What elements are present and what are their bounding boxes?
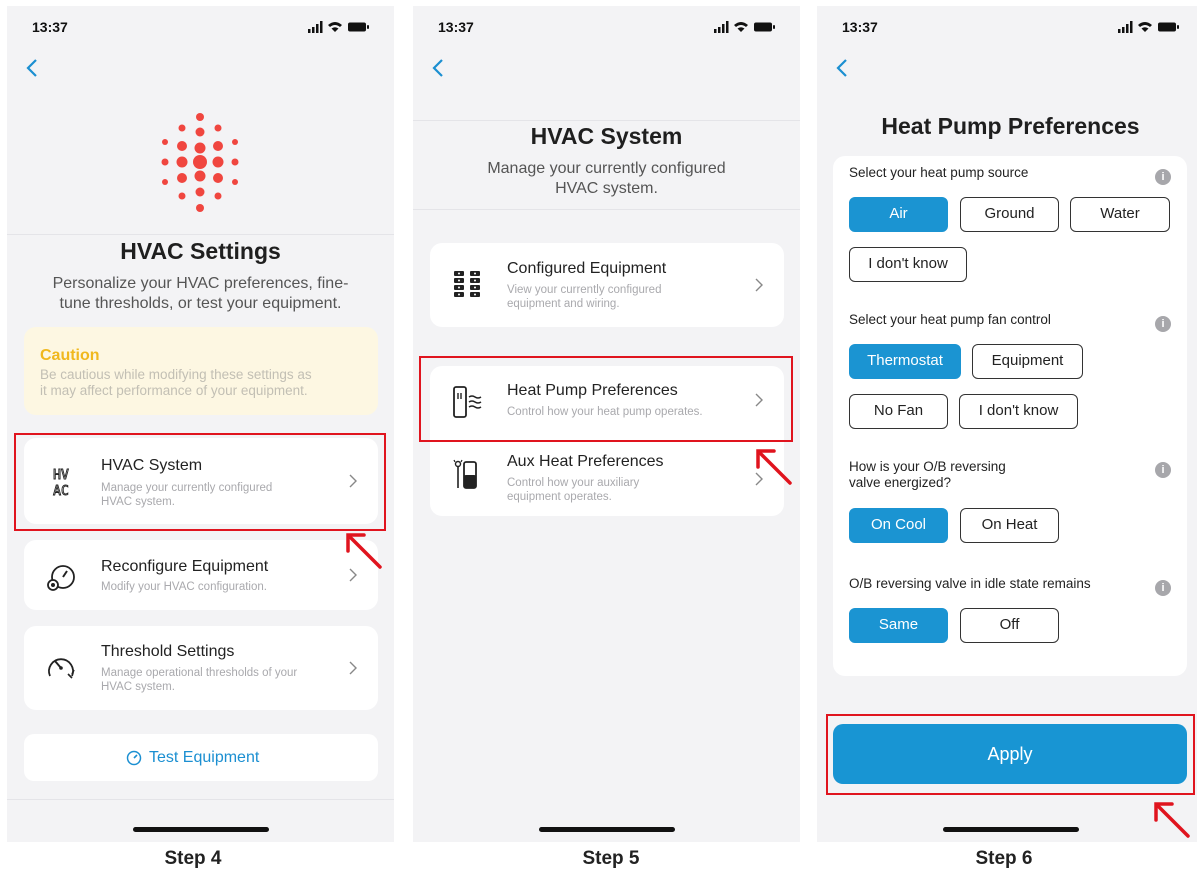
page-subtitle: Manage your currently configured HVAC sy… [413, 159, 800, 199]
caution-title: Caution [40, 347, 100, 364]
subtitle-line: HVAC system. [101, 681, 175, 693]
info-icon[interactable]: i [1155, 462, 1171, 478]
signal-wifi-battery-icon [1118, 21, 1179, 33]
chevron-right-icon [349, 661, 357, 675]
caution-banner: Caution Be cautious while modifying thes… [24, 327, 378, 415]
question-heat-pump-source: Select your heat pump source [849, 165, 1029, 180]
option-thermostat[interactable]: Thermostat [849, 344, 961, 379]
option-same[interactable]: Same [849, 608, 948, 643]
subtitle-line: tune thresholds, or test your equipment. [59, 295, 342, 312]
aux-heat-icon [453, 459, 477, 489]
status-bar: 13:37 [7, 6, 394, 48]
caution-line: it may affect performance of your equipm… [40, 383, 308, 398]
info-icon[interactable]: i [1155, 580, 1171, 596]
option-i-dont-know[interactable]: I don't know [959, 394, 1078, 429]
status-time: 13:37 [32, 19, 68, 35]
info-icon[interactable]: i [1155, 169, 1171, 185]
menu-item-subtitle: Manage operational thresholds of your HV… [101, 666, 341, 694]
option-on-heat[interactable]: On Heat [960, 508, 1059, 543]
back-icon[interactable] [21, 56, 45, 80]
option-i-dont-know[interactable]: I don't know [849, 247, 967, 282]
divider [7, 799, 394, 800]
option-no-fan[interactable]: No Fan [849, 394, 948, 429]
menu-item-threshold-settings[interactable]: Threshold Settings Manage operational th… [24, 626, 378, 710]
question-ob-valve-idle: O/B reversing valve in idle state remain… [849, 576, 1091, 591]
subtitle-line: Personalize your HVAC preferences, fine- [52, 275, 349, 292]
status-bar: 13:37 [413, 6, 800, 48]
gauge-icon [47, 565, 75, 591]
subtitle-line: Control how your auxiliary [507, 477, 640, 489]
menu-item-reconfigure-equipment[interactable]: Reconfigure Equipment Modify your HVAC c… [24, 540, 378, 610]
signal-wifi-battery-icon [308, 21, 369, 33]
page-title: Heat Pump Preferences [881, 113, 1140, 139]
status-time: 13:37 [438, 19, 474, 35]
step-label: Step 5 [582, 848, 640, 869]
divider [413, 120, 800, 121]
divider [7, 234, 394, 235]
step-label: Step 6 [975, 848, 1033, 869]
menu-item-title: Reconfigure Equipment [101, 558, 269, 575]
chevron-right-icon [755, 278, 763, 292]
question-ob-valve-energized: How is your O/B reversing valve energize… [849, 459, 1089, 491]
page-title: HVAC Settings [120, 238, 281, 264]
home-indicator [942, 827, 1079, 832]
highlight-box [14, 433, 386, 531]
test-equipment-button[interactable]: Test Equipment [24, 734, 378, 781]
preferences-card: Select your heat pump source i Air Groun… [833, 156, 1187, 676]
menu-item-title: Aux Heat Preferences [507, 453, 664, 470]
menu-item-subtitle: Control how your auxiliary equipment ope… [507, 476, 747, 504]
option-on-cool[interactable]: On Cool [849, 508, 948, 543]
subtitle-line: equipment and wiring. [507, 298, 620, 310]
logo-dots-icon [161, 113, 239, 212]
question-line: valve energized? [849, 475, 952, 490]
status-time: 13:37 [842, 19, 878, 35]
option-water[interactable]: Water [1070, 197, 1170, 232]
menu-item-title: Threshold Settings [101, 643, 235, 660]
menu-item-title: Configured Equipment [507, 260, 667, 277]
subtitle-line: Manage your currently configured [487, 160, 726, 177]
menu-item-configured-equipment[interactable]: Configured Equipment View your currently… [430, 243, 784, 327]
question-fan-control: Select your heat pump fan control [849, 312, 1051, 327]
subtitle-line: equipment operates. [507, 491, 612, 503]
status-bar: 13:37 [817, 6, 1197, 48]
step-label: Step 4 [164, 848, 222, 869]
screen-hvac-settings: 13:37 HVAC Settings Personalize your HVA… [7, 6, 394, 842]
subtitle-line: HVAC system. [555, 180, 658, 197]
option-ground[interactable]: Ground [960, 197, 1059, 232]
red-arrow-icon [756, 449, 792, 485]
caution-line: Be cautious while modifying these settin… [40, 367, 312, 382]
caution-text: Be cautious while modifying these settin… [40, 367, 370, 399]
highlight-box [826, 714, 1195, 795]
page-title: HVAC System [530, 123, 683, 149]
red-arrow-icon [346, 533, 382, 569]
subtitle-line: View your currently configured [507, 284, 662, 296]
back-icon[interactable] [831, 56, 855, 80]
divider [413, 209, 800, 210]
info-icon[interactable]: i [1155, 316, 1171, 332]
back-icon[interactable] [427, 56, 451, 80]
home-indicator [538, 827, 675, 832]
test-equipment-label: Test Equipment [149, 749, 260, 766]
equipment-grid-icon [454, 271, 480, 297]
option-equipment[interactable]: Equipment [972, 344, 1083, 379]
question-line: How is your O/B reversing [849, 459, 1006, 474]
menu-item-subtitle: View your currently configured equipment… [507, 283, 747, 311]
red-arrow-icon [1154, 802, 1190, 838]
threshold-icon [48, 658, 75, 679]
subtitle-line: Manage operational thresholds of your [101, 667, 298, 679]
highlight-box [419, 356, 793, 442]
menu-item-subtitle: Modify your HVAC configuration. [101, 581, 267, 593]
menu-item-aux-heat-preferences[interactable]: Aux Heat Preferences Control how your au… [430, 444, 784, 516]
signal-wifi-battery-icon [714, 21, 775, 33]
page-subtitle: Personalize your HVAC preferences, fine-… [7, 274, 394, 314]
gauge-small-icon [126, 750, 142, 766]
option-air[interactable]: Air [849, 197, 948, 232]
option-off[interactable]: Off [960, 608, 1059, 643]
home-indicator [132, 827, 269, 832]
